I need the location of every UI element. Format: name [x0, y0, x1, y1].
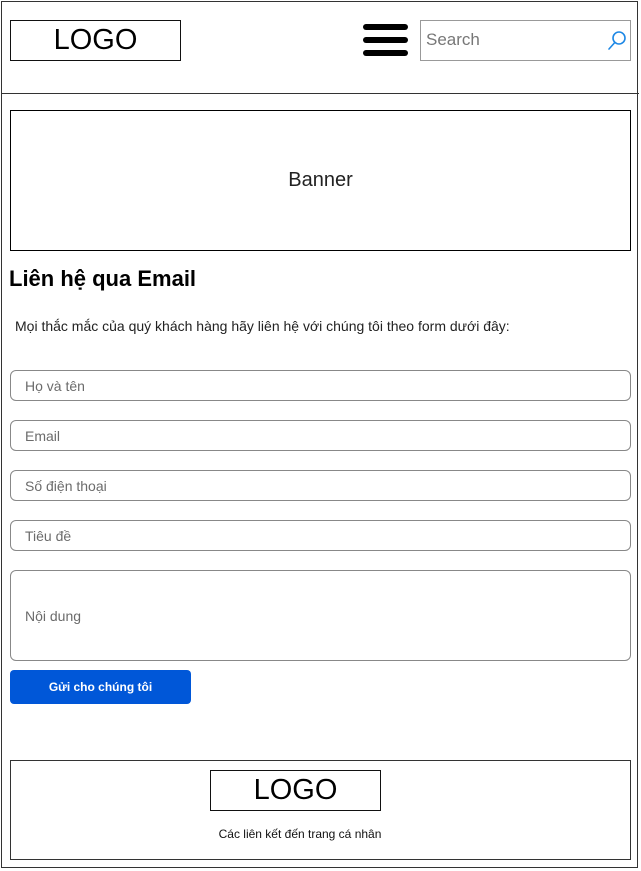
message-textarea[interactable] [11, 571, 630, 660]
phone-field[interactable] [10, 470, 631, 501]
name-input[interactable] [11, 371, 630, 400]
footer-links-text[interactable]: Các liên kết đến trang cá nhân [0, 827, 600, 841]
name-field[interactable] [10, 370, 631, 401]
subject-input[interactable] [11, 521, 630, 550]
message-field[interactable] [10, 570, 631, 661]
subject-field[interactable] [10, 520, 631, 551]
phone-input[interactable] [11, 471, 630, 500]
header-divider [1, 93, 639, 94]
banner: Banner [10, 110, 631, 251]
search-input[interactable] [426, 29, 601, 51]
submit-button[interactable]: Gửi cho chúng tôi [10, 670, 191, 704]
header-logo[interactable]: LOGO [10, 20, 181, 61]
intro-text: Mọi thắc mắc của quý khách hàng hãy liên… [15, 318, 510, 334]
email-field[interactable] [10, 420, 631, 451]
footer-logo[interactable]: LOGO [210, 770, 381, 811]
page-title: Liên hệ qua Email [9, 266, 197, 291]
search-box[interactable] [420, 20, 631, 61]
hamburger-menu-icon[interactable] [363, 24, 408, 56]
email-input[interactable] [11, 421, 630, 450]
banner-label: Banner [288, 169, 353, 191]
search-icon[interactable] [607, 30, 627, 52]
